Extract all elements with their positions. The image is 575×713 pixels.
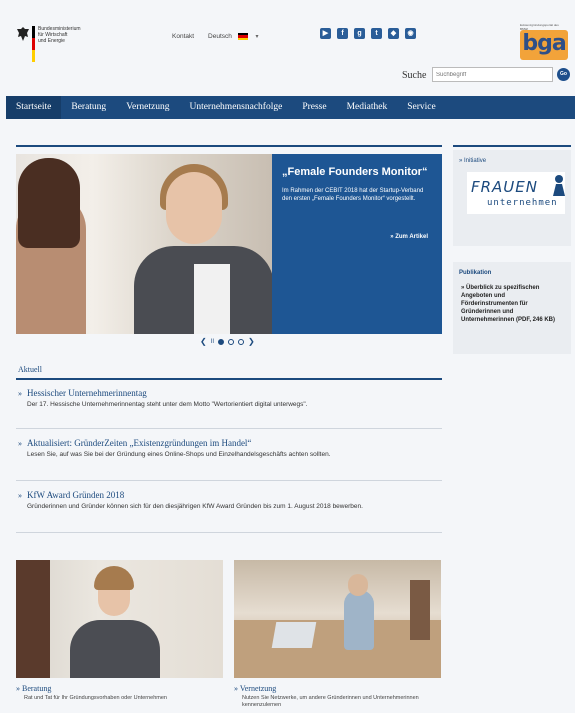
federal-eagle-icon [17, 27, 29, 41]
hero-teaser[interactable]: „Female Founders Monitor“ Im Rahmen der … [16, 154, 442, 334]
hero-article-link[interactable]: » Zum Artikel [390, 234, 428, 240]
ministry-logo-text[interactable]: Bundesministerium für Wirtschaft und Ene… [38, 26, 81, 44]
card-title[interactable]: Beratung [22, 684, 51, 693]
news-separator [16, 480, 442, 481]
googleplus-icon[interactable]: g [354, 28, 365, 39]
nav-item-service[interactable]: Service [397, 96, 446, 119]
teaser-card-vernetzung[interactable]: » Vernetzung Nutzen Sie Netzwerke, um an… [234, 560, 441, 709]
sidebar-initiative-label: Initiative [464, 158, 487, 164]
card-image [234, 560, 441, 678]
rss-icon[interactable]: ◉ [405, 28, 416, 39]
card-desc: Nutzen Sie Netzwerke, um andere Gründeri… [242, 695, 419, 708]
news-item[interactable]: » Aktualisiert: GründerZeiten „Existenzgr… [18, 438, 440, 459]
carousel-dot[interactable] [238, 338, 245, 345]
carousel-controls: ❮ II ❯ [200, 337, 255, 346]
site-header: Bundesministerium für Wirtschaft und Ene… [0, 0, 575, 96]
bga-logo[interactable]: Existenzgründungsportal des BMWi bga [520, 23, 568, 60]
hero-title: „Female Founders Monitor“ [282, 166, 428, 178]
german-flag-bar [32, 26, 35, 62]
figure-icon [553, 175, 565, 196]
facebook-icon[interactable]: f [337, 28, 348, 39]
contact-link[interactable]: Kontakt [172, 33, 194, 40]
youtube-icon[interactable]: ▶ [320, 28, 331, 39]
main-nav: Startseite Beratung Vernetzung Unternehm… [6, 96, 575, 119]
hero-textbox: „Female Founders Monitor“ Im Rahmen der … [272, 154, 442, 334]
divider-aktuell [16, 378, 442, 380]
nav-item-mediathek[interactable]: Mediathek [337, 96, 398, 119]
nav-item-beratung[interactable]: Beratung [61, 96, 116, 119]
search-input[interactable] [432, 67, 553, 82]
sidebar-publication[interactable]: Publikation » Überblick zu spezifischen … [453, 262, 571, 354]
divider-sidebar [453, 145, 571, 147]
frauen-unternehmen-logo[interactable]: FRAUEN unternehmen [467, 172, 565, 214]
aktuell-heading: Aktuell [18, 365, 42, 374]
publication-link[interactable]: Überblick zu spezifischen Angeboten und … [461, 285, 555, 323]
twitter-icon[interactable]: t [371, 28, 382, 39]
language-selector[interactable]: Deutsch ▾ [208, 33, 259, 40]
card-title[interactable]: Vernetzung [240, 684, 276, 693]
news-desc: Lesen Sie, auf was Sie bei der Gründung … [27, 451, 331, 458]
news-title[interactable]: Hessischer Unternehmerinnentag [27, 388, 147, 398]
social-icons: ▶ f g t ◆ ◉ [320, 28, 416, 39]
search-button[interactable]: Go [557, 68, 570, 81]
search-label: Suche [402, 70, 427, 81]
news-title[interactable]: Aktualisiert: GründerZeiten „Existenzgrü… [27, 438, 251, 448]
nav-item-presse[interactable]: Presse [292, 96, 336, 119]
news-separator [16, 428, 442, 429]
nav-item-unternehmensnachfolge[interactable]: Unternehmensnachfolge [179, 96, 292, 119]
sidebar-initiative[interactable]: » Initiative FRAUEN unternehmen [453, 150, 571, 246]
card-image [16, 560, 223, 678]
german-flag-icon [237, 33, 248, 40]
carousel-pause-button[interactable]: II [211, 339, 214, 345]
top-nav: Kontakt Deutsch ▾ [172, 33, 259, 40]
delicious-icon[interactable]: ◆ [388, 28, 399, 39]
page: Bundesministerium für Wirtschaft und Ene… [0, 0, 575, 713]
hero-text: Im Rahmen der CEBIT 2018 hat der Startup… [282, 188, 424, 202]
divider-main [16, 145, 442, 147]
carousel-dot[interactable] [228, 338, 235, 345]
news-item[interactable]: » Hessischer Unternehmerinnentag Der 17. … [18, 388, 440, 409]
news-item[interactable]: » KfW Award Gründen 2018 Gründerinnen und… [18, 490, 440, 511]
news-desc: Gründerinnen und Gründer können sich für… [27, 503, 363, 510]
hero-photo [16, 154, 274, 334]
sidebar-publication-label: Publikation [459, 270, 492, 276]
news-title[interactable]: KfW Award Gründen 2018 [27, 490, 124, 500]
card-desc: Rat und Tat für Ihr Gründungsvorhaben od… [24, 695, 167, 701]
carousel-prev-button[interactable]: ❮ [200, 337, 207, 346]
nav-item-startseite[interactable]: Startseite [6, 96, 62, 119]
news-desc: Der 17. Hessische Unternehmerinnentag st… [27, 401, 308, 408]
carousel-next-button[interactable]: ❯ [248, 337, 255, 346]
teaser-card-beratung[interactable]: » Beratung Rat und Tat für Ihr Gründungs… [16, 560, 223, 702]
nav-item-vernetzung[interactable]: Vernetzung [116, 96, 179, 119]
chevron-down-icon: ▾ [255, 34, 259, 41]
news-separator [16, 532, 442, 533]
logo-wordmark: bga [520, 30, 568, 60]
carousel-dot[interactable] [218, 338, 225, 345]
